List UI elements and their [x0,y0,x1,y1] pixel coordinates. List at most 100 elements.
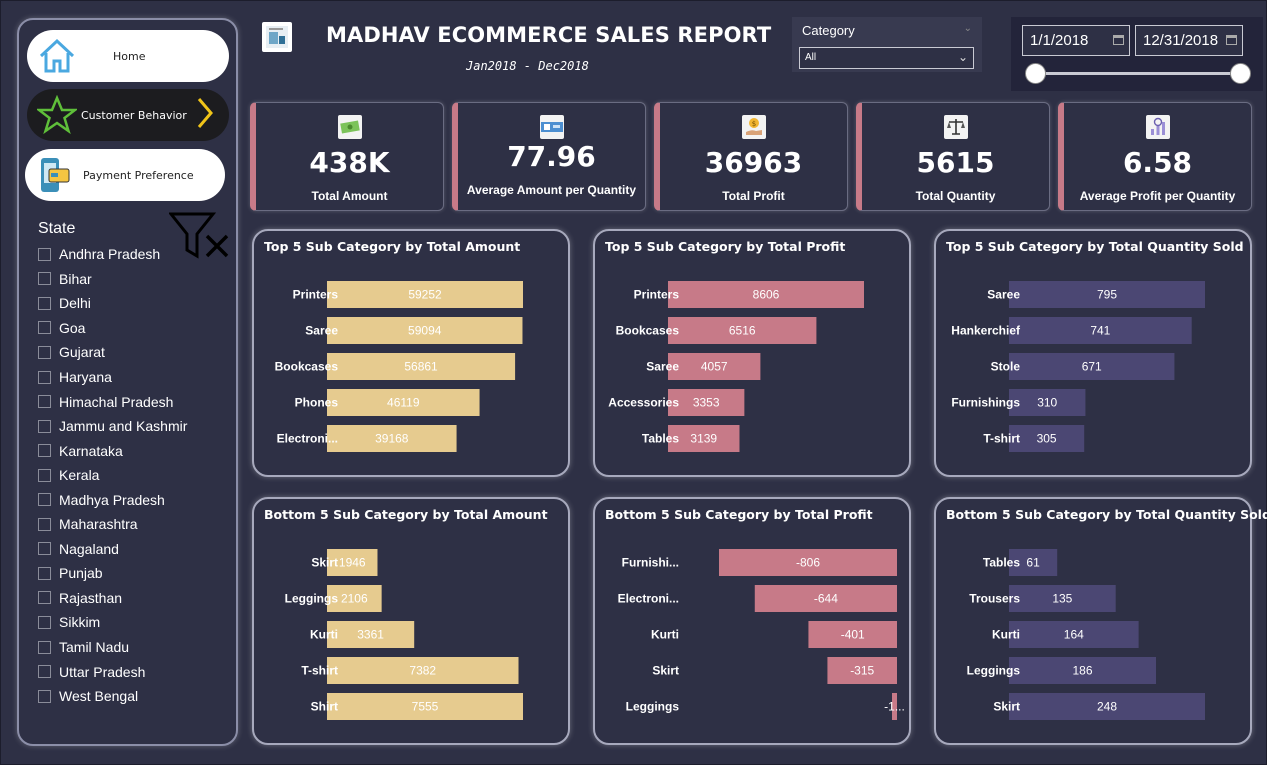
chart-top-amount[interactable]: Top 5 Sub Category by Total Amount Print… [252,229,570,477]
chart-top-profit[interactable]: Top 5 Sub Category by Total Profit Print… [593,229,911,477]
state-option[interactable]: Rajasthan [38,586,187,611]
state-option[interactable]: Bihar [38,267,187,292]
category-dropdown[interactable]: All ⌄ [799,47,974,69]
data-label: 741 [1090,324,1110,338]
checkbox[interactable] [38,345,51,359]
checkbox[interactable] [38,395,51,409]
checkbox[interactable] [38,591,51,605]
state-option[interactable]: Karnataka [38,438,187,463]
kpi-card-total-amount: 438K Total Amount [250,102,444,211]
checkbox[interactable] [38,615,51,629]
category-label: Category [802,23,855,38]
state-option[interactable]: Tamil Nadu [38,635,187,660]
state-label: Bihar [59,270,92,287]
category-label: Saree [305,324,338,338]
data-label: 3353 [693,396,720,410]
chevron-down-icon[interactable]: ⌄ [964,23,972,34]
start-date-input[interactable]: 1/1/2018 [1022,25,1130,56]
checkbox[interactable] [38,689,51,703]
customer-behavior-button[interactable]: Customer Behavior [27,89,229,141]
checkbox[interactable] [38,296,51,310]
kpi-value: 438K [309,146,390,179]
state-option[interactable]: Andhra Pradesh [38,242,187,267]
state-label: Delhi [59,295,91,312]
checkbox[interactable] [38,517,51,531]
data-label: -315 [850,664,874,678]
checkbox[interactable] [38,321,51,335]
category-label: Shirt [311,700,338,714]
checkbox[interactable] [38,468,51,482]
state-option[interactable]: Punjab [38,561,187,586]
checkbox[interactable] [38,640,51,654]
state-option[interactable]: Uttar Pradesh [38,659,187,684]
state-option[interactable]: Madhya Pradesh [38,487,187,512]
category-label: Skirt [652,664,679,678]
state-option[interactable]: Sikkim [38,610,187,635]
state-label: Madhya Pradesh [59,491,165,508]
end-date-input[interactable]: 12/31/2018 [1135,25,1243,56]
category-label: Stole [991,360,1021,374]
category-label: Skirt [993,700,1020,714]
state-option[interactable]: Kerala [38,463,187,488]
state-option[interactable]: West Bengal [38,684,187,709]
category-label: Accessories [608,396,679,410]
kpi-card-total-quantity: 5615 Total Quantity [856,102,1050,211]
checkbox[interactable] [38,247,51,261]
category-label: Bookcases [616,324,680,338]
state-option[interactable]: Jammu and Kashmir [38,414,187,439]
calendar-icon[interactable] [1226,35,1237,45]
home-button[interactable]: Home [27,30,229,82]
start-date-value: 1/1/2018 [1030,32,1089,49]
state-label: Nagaland [59,540,119,557]
payment-preference-label: Payment Preference [83,168,194,182]
data-label: 135 [1052,592,1072,606]
checkbox[interactable] [38,493,51,507]
checkbox[interactable] [38,370,51,384]
payment-icon [539,115,564,139]
chart-bottom-profit[interactable]: Bottom 5 Sub Category by Total Profit Fu… [593,497,911,745]
category-value: All [805,52,817,63]
state-option[interactable]: Maharashtra [38,512,187,537]
checkbox[interactable] [38,444,51,458]
category-label: T-shirt [301,664,338,678]
payment-preference-button[interactable]: Payment Preference [25,149,225,201]
category-label: Electroni... [618,592,679,606]
date-slider-track[interactable] [1035,72,1241,75]
calendar-icon[interactable] [1113,35,1124,45]
state-label: West Bengal [59,688,139,705]
kpi-card-total-profit: $ 36963 Total Profit [654,102,848,211]
state-option[interactable]: Nagaland [38,537,187,562]
data-label: 61 [1026,556,1040,570]
data-label: 164 [1064,628,1084,642]
state-option[interactable]: Himachal Pradesh [38,389,187,414]
state-label: Maharashtra [59,516,138,533]
category-label: Furnishings [951,396,1020,410]
checkbox[interactable] [38,419,51,433]
report-subtitle: Jan2018 - Dec2018 [466,59,589,73]
checkbox[interactable] [38,272,51,286]
category-label: Furnishi... [622,556,679,570]
chart-bottom-quantity[interactable]: Bottom 5 Sub Category by Total Quantity … [934,497,1267,745]
state-label: Punjab [59,565,103,582]
profit-hand-icon: $ [741,115,766,139]
category-label: Skirt [311,556,338,570]
state-option[interactable]: Goa [38,316,187,341]
checkbox[interactable] [38,665,51,679]
chart-top-quantity[interactable]: Top 5 Sub Category by Total Quantity Sol… [934,229,1252,477]
state-option[interactable]: Gujarat [38,340,187,365]
chart-bottom-amount[interactable]: Bottom 5 Sub Category by Total Amount Sk… [252,497,570,745]
data-label: 1946 [339,556,366,570]
state-option[interactable]: Delhi [38,291,187,316]
state-label: Uttar Pradesh [59,663,146,680]
kpi-label: Total Amount [311,189,388,203]
state-option[interactable]: Haryana [38,365,187,390]
data-label: 310 [1037,396,1057,410]
growth-icon [1145,115,1170,139]
state-label: Karnataka [59,442,123,459]
category-label: Phones [295,396,339,410]
date-slider-end-handle[interactable] [1230,63,1251,84]
checkbox[interactable] [38,566,51,580]
checkbox[interactable] [38,542,51,556]
state-label: Rajasthan [59,589,123,606]
date-slider-start-handle[interactable] [1025,63,1046,84]
